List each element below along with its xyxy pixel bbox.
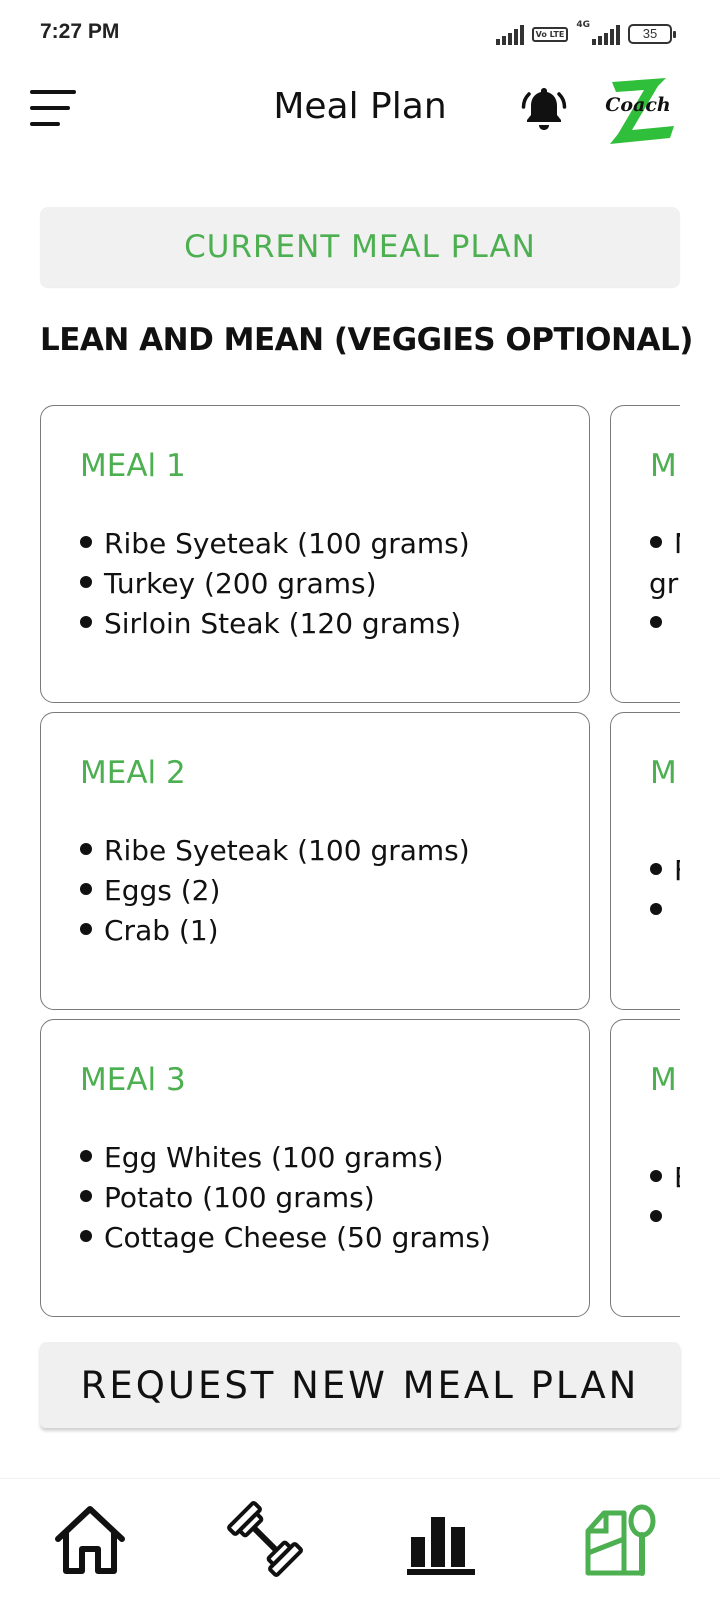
meal-card-partial-3[interactable]: M E bbox=[610, 1019, 680, 1317]
bullet-icon bbox=[80, 1190, 92, 1202]
meal-plan-icon bbox=[585, 1504, 656, 1576]
network-type-label: 4G bbox=[576, 20, 590, 30]
bullet-icon bbox=[650, 1210, 662, 1222]
dumbbell-icon bbox=[227, 1501, 303, 1577]
meal-card-title: M bbox=[650, 1062, 677, 1098]
request-new-meal-plan-button[interactable]: REQUEST NEW MEAL PLAN bbox=[40, 1342, 680, 1428]
meal-item: Turkey (200 grams) bbox=[80, 564, 470, 604]
status-bar: 7:27 PM Vo LTE 4G 35 bbox=[0, 0, 720, 70]
status-icons: Vo LTE 4G 35 bbox=[495, 20, 676, 48]
status-time: 7:27 PM bbox=[40, 20, 120, 43]
meal-card-partial-1[interactable]: M N gr bbox=[610, 405, 680, 703]
meal-item: N bbox=[650, 524, 680, 564]
meal-item-text: gr bbox=[649, 567, 679, 600]
bullet-icon bbox=[650, 863, 662, 875]
bullet-icon bbox=[80, 616, 92, 628]
bullet-icon bbox=[650, 616, 662, 628]
meal-item-text: Ribe Syeteak (100 grams) bbox=[104, 527, 470, 560]
meal-item-text: Crab (1) bbox=[104, 914, 219, 947]
bullet-icon bbox=[80, 883, 92, 895]
bullet-icon bbox=[80, 1230, 92, 1242]
meal-cards-carousel[interactable]: MEAl 1 Ribe Syeteak (100 grams) Turkey (… bbox=[40, 405, 680, 1320]
nav-progress[interactable] bbox=[405, 1499, 485, 1579]
meal-item-text: Turkey (200 grams) bbox=[104, 567, 377, 600]
meal-card-3[interactable]: MEAl 3 Egg Whites (100 grams) Potato (10… bbox=[40, 1019, 590, 1317]
app-header: Meal Plan Coach bbox=[0, 70, 720, 150]
meal-items-list: Ribe Syeteak (100 grams) Eggs (2) Crab (… bbox=[80, 831, 470, 951]
nav-home[interactable] bbox=[50, 1499, 130, 1579]
bullet-icon bbox=[80, 843, 92, 855]
meal-item-text: N bbox=[674, 527, 680, 560]
bullet-icon bbox=[80, 923, 92, 935]
meal-card-1[interactable]: MEAl 1 Ribe Syeteak (100 grams) Turkey (… bbox=[40, 405, 590, 703]
meal-item-text: Potato (100 grams) bbox=[104, 1181, 375, 1214]
meal-item-text: Egg Whites (100 grams) bbox=[104, 1141, 444, 1174]
meal-item: Eggs (2) bbox=[80, 871, 470, 911]
meal-item bbox=[650, 1198, 680, 1238]
meal-item: Ribe Syeteak (100 grams) bbox=[80, 831, 470, 871]
meal-item: Cottage Cheese (50 grams) bbox=[80, 1218, 491, 1258]
meal-item-text: F bbox=[674, 854, 680, 887]
meal-item: F bbox=[650, 851, 680, 891]
meal-item bbox=[650, 604, 680, 644]
meal-card-title: MEAl 2 bbox=[80, 755, 186, 791]
meal-items-list: F bbox=[650, 851, 680, 931]
meal-item: Sirloin Steak (120 grams) bbox=[80, 604, 470, 644]
meal-item-text: Eggs (2) bbox=[104, 874, 221, 907]
meal-card-2[interactable]: MEAl 2 Ribe Syeteak (100 grams) Eggs (2)… bbox=[40, 712, 590, 1010]
bullet-icon bbox=[80, 536, 92, 548]
logo-text: Coach bbox=[605, 94, 671, 116]
bottom-navigation bbox=[0, 1478, 720, 1600]
meal-item: Crab (1) bbox=[80, 911, 470, 951]
meal-items-list: Ribe Syeteak (100 grams) Turkey (200 gra… bbox=[80, 524, 470, 644]
meal-card-title: M bbox=[650, 448, 677, 484]
battery-icon: 35 bbox=[628, 24, 676, 44]
volte-icon: Vo LTE bbox=[531, 26, 569, 42]
current-meal-plan-button[interactable]: CURRENT MEAL PLAN bbox=[40, 207, 680, 287]
battery-level: 35 bbox=[642, 26, 658, 41]
nav-workouts[interactable] bbox=[225, 1499, 305, 1579]
bullet-icon bbox=[80, 576, 92, 588]
bullet-icon bbox=[650, 903, 662, 915]
meal-item: gr bbox=[649, 564, 680, 604]
signal-icon bbox=[495, 23, 524, 45]
plan-name-heading: LEAN AND MEAN (VEGGIES OPTIONAL) bbox=[40, 322, 693, 358]
notification-bell-icon[interactable] bbox=[520, 84, 568, 134]
meal-item: E bbox=[650, 1158, 680, 1198]
signal-icon-secondary bbox=[592, 23, 620, 45]
meal-card-title: M bbox=[650, 755, 677, 791]
meal-items-list: E bbox=[650, 1158, 680, 1238]
meal-card-title: MEAl 3 bbox=[80, 1062, 186, 1098]
meal-item-text: E bbox=[674, 1161, 680, 1194]
home-icon bbox=[55, 1506, 125, 1574]
meal-item: Potato (100 grams) bbox=[80, 1178, 491, 1218]
bullet-icon bbox=[650, 1170, 662, 1182]
meal-items-list: N gr bbox=[649, 524, 680, 644]
meal-item bbox=[650, 891, 680, 931]
bullet-icon bbox=[650, 536, 662, 548]
bar-chart-icon bbox=[407, 1517, 475, 1575]
bullet-icon bbox=[80, 1150, 92, 1162]
meal-item-text: Cottage Cheese (50 grams) bbox=[104, 1221, 491, 1254]
nav-meal-plan[interactable] bbox=[584, 1499, 664, 1579]
meal-card-partial-2[interactable]: M F bbox=[610, 712, 680, 1010]
meal-item-text: Ribe Syeteak (100 grams) bbox=[104, 834, 470, 867]
meal-item: Ribe Syeteak (100 grams) bbox=[80, 524, 470, 564]
meal-item-text: Sirloin Steak (120 grams) bbox=[104, 607, 462, 640]
meal-items-list: Egg Whites (100 grams) Potato (100 grams… bbox=[80, 1138, 491, 1258]
meal-card-title: MEAl 1 bbox=[80, 448, 186, 484]
coach-z-logo: Coach bbox=[604, 74, 680, 148]
meal-item: Egg Whites (100 grams) bbox=[80, 1138, 491, 1178]
